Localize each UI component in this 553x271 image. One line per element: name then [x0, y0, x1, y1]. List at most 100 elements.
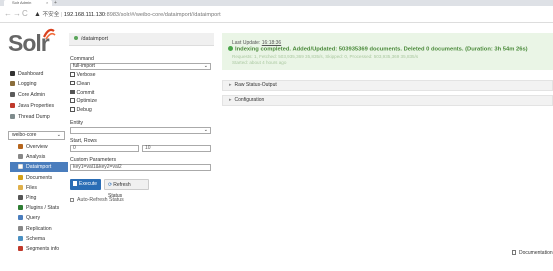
url-warning-text: 不安全: [42, 12, 60, 18]
status-message-text: Indexing completed. Added/Updated: 50393…: [235, 46, 528, 53]
debug-checkbox[interactable]: Debug: [70, 107, 92, 114]
core-nav-item-segments-info[interactable]: Segments info: [10, 244, 68, 254]
command-select[interactable]: full-import ⌄: [70, 63, 211, 70]
core-nav-item-label: Plugins / Stats: [26, 205, 60, 212]
nav-item-logging[interactable]: Logging: [8, 79, 64, 89]
start-value: 0: [73, 145, 76, 151]
core-nav-item-label: Ping: [26, 195, 37, 201]
core-nav-item-overview[interactable]: Overview: [10, 142, 68, 152]
rows-input[interactable]: 10: [142, 145, 211, 152]
checkbox-checked-icon: [70, 89, 75, 95]
refresh-status-button[interactable]: ⟳Refresh Status: [104, 179, 149, 199]
back-arrow-icon[interactable]: ←: [4, 9, 12, 19]
core-nav-item-ping[interactable]: Ping: [10, 193, 68, 203]
dashboard-icon: [10, 71, 15, 76]
checkbox-unchecked-icon: [70, 80, 75, 86]
document-icon: [512, 250, 516, 255]
checkbox-label: Debug: [76, 107, 92, 114]
execute-label: Execute: [79, 181, 98, 187]
dataimport-handler-header[interactable]: /dataimport: [69, 33, 214, 46]
configuration-panel[interactable]: ▸ Configuration: [222, 95, 553, 106]
execute-icon: [73, 181, 77, 186]
overview-icon: [18, 144, 23, 149]
core-selector-value: weibo-core: [12, 132, 37, 138]
core-nav-item-schema[interactable]: Schema: [10, 234, 68, 244]
entity-label: Entity: [70, 120, 83, 126]
auto-refresh-toggle[interactable]: Auto-Refresh Status: [70, 197, 124, 203]
nav-item-label: Logging: [18, 81, 37, 87]
refresh-icon: ⟳: [108, 182, 113, 188]
chevron-down-icon: ⌄: [203, 63, 208, 69]
core-nav-item-label: Files: [26, 184, 37, 191]
core-admin-icon: [10, 92, 15, 97]
checkbox-label: Optimize: [76, 98, 97, 105]
documents-icon: [18, 174, 23, 180]
thread-dump-icon: [10, 114, 15, 119]
url-host: 192.168.111.130: [63, 12, 106, 18]
url-field[interactable]: ▲ 不安全 | 192.168.111.130:8983/solr/#/weib…: [34, 10, 549, 20]
status-message: Indexing completed. Added/Updated: 50393…: [228, 46, 528, 53]
entity-select[interactable]: ⌄: [70, 127, 211, 134]
core-nav-item-label: Segments info: [26, 246, 60, 252]
core-nav-item-label: Documents: [26, 174, 53, 181]
documentation-label: Documentation: [519, 250, 553, 256]
browser-address-bar: ← → C ▲ 不安全 | 192.168.111.130:8983/solr/…: [0, 6, 553, 23]
start-input[interactable]: 0: [70, 145, 139, 152]
nav-item-thread-dump[interactable]: Thread Dump: [8, 112, 64, 122]
core-nav-item-replication[interactable]: Replication: [10, 224, 68, 234]
nav-item-label: Java Properties: [18, 103, 55, 109]
nav-item-java-properties[interactable]: Java Properties: [8, 101, 64, 111]
execute-button[interactable]: Execute: [70, 179, 101, 190]
checkbox-label: Commit: [76, 89, 95, 96]
forward-arrow-icon[interactable]: →: [13, 9, 21, 19]
core-selector[interactable]: weibo-core ⌄: [8, 131, 65, 140]
warning-icon: ▲: [34, 11, 41, 18]
dataimport-icon: [18, 164, 23, 170]
chevron-right-icon: ▸: [229, 82, 232, 88]
core-nav-item-documents[interactable]: Documents: [10, 173, 68, 183]
status-dot-icon: [74, 36, 78, 40]
schema-icon: [18, 235, 23, 241]
core-nav-item-label: Replication: [26, 225, 52, 232]
nav-item-label: Dashboard: [18, 71, 44, 77]
raw-status-output-panel[interactable]: ▸ Raw Status-Output: [222, 80, 553, 91]
chevron-down-icon: ⌄: [56, 132, 61, 138]
clean-checkbox[interactable]: Clean: [70, 80, 90, 88]
segments-info-icon: [18, 246, 23, 251]
optimize-checkbox[interactable]: Optimize: [70, 98, 97, 105]
core-nav-item-dataimport[interactable]: Dataimport: [10, 162, 68, 173]
configuration-label: Configuration: [234, 97, 265, 103]
verbose-checkbox[interactable]: Verbose: [70, 72, 96, 79]
nav-item-dashboard[interactable]: Dashboard: [8, 69, 64, 79]
custom-params-label: Custom Parameters: [70, 157, 117, 163]
core-nav-item-files[interactable]: Files: [10, 183, 68, 193]
analysis-icon: [18, 154, 23, 160]
files-icon: [18, 184, 23, 190]
auto-refresh-icon: [70, 197, 74, 202]
replication-icon: [18, 225, 23, 231]
handler-name: /dataimport: [81, 36, 108, 42]
documentation-link[interactable]: Documentation: [512, 250, 553, 256]
command-label: Command: [70, 56, 94, 62]
core-nav-item-analysis[interactable]: Analysis: [10, 152, 68, 162]
core-nav-item-label: Query: [26, 215, 41, 222]
nav-item-core-admin[interactable]: Core Admin: [8, 90, 64, 100]
core-nav-item-plugins-stats[interactable]: Plugins / Stats: [10, 203, 68, 213]
logging-icon: [10, 81, 15, 86]
solr-sun-icon: [43, 28, 56, 40]
status-details: Requests: 1, Fetched: 503,935,369 35,835…: [232, 54, 419, 59]
core-nav-item-query[interactable]: Query: [10, 213, 68, 223]
commit-checkbox[interactable]: Commit: [70, 89, 95, 97]
core-nav-item-label: Schema: [26, 235, 46, 242]
rows-value: 10: [145, 145, 151, 151]
checkbox-unchecked-icon: [70, 72, 75, 77]
custom-params-value: key1=val1&key2=val2: [73, 164, 122, 170]
success-icon: [228, 46, 233, 51]
core-nav-item-label: Analysis: [26, 154, 46, 161]
reload-icon[interactable]: C: [22, 9, 28, 19]
auto-refresh-label: Auto-Refresh Status: [77, 197, 124, 203]
chevron-right-icon: ▸: [229, 97, 232, 103]
custom-params-input[interactable]: key1=val1&key2=val2: [70, 164, 211, 171]
ping-icon: [18, 195, 23, 200]
status-started: Started: about 4 hours ago: [232, 60, 287, 65]
